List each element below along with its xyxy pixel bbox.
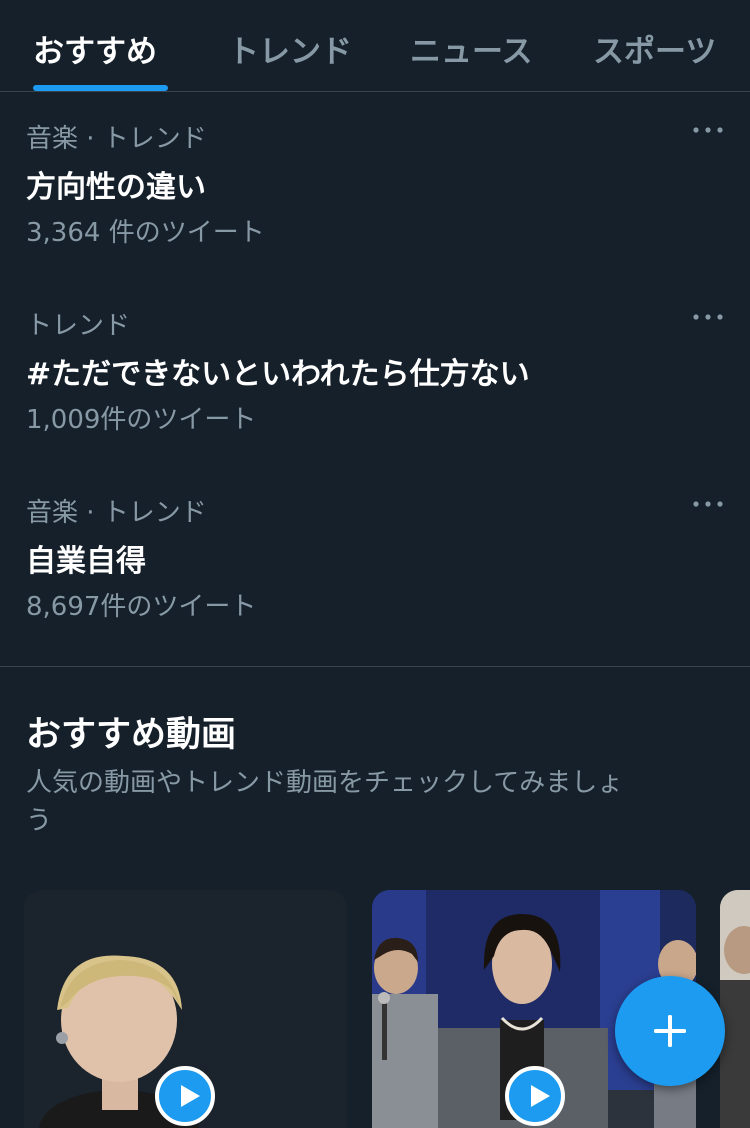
section-divider bbox=[0, 666, 750, 667]
tab-news[interactable]: ニュース bbox=[410, 26, 532, 71]
more-dots-icon[interactable] bbox=[690, 305, 726, 329]
trend-item[interactable]: 音楽 · トレンド 自業自得 8,697件のツイート bbox=[0, 492, 750, 679]
section-title: おすすめ動画 bbox=[26, 715, 237, 755]
active-tab-indicator bbox=[33, 85, 168, 91]
tab-trends[interactable]: トレンド bbox=[228, 26, 352, 71]
tab-sports[interactable]: スポーツ bbox=[593, 26, 716, 71]
trend-tweet-count: 8,697件のツイート bbox=[26, 592, 257, 622]
more-dots-icon[interactable] bbox=[690, 492, 726, 516]
trend-tweet-count: 3,364 件のツイート bbox=[26, 218, 265, 248]
trend-context: トレンド bbox=[26, 311, 131, 341]
plus-icon bbox=[654, 1015, 686, 1047]
trend-context: 音楽 · トレンド bbox=[26, 498, 207, 528]
section-subtitle: 人気の動画やトレンド動画をチェックしてみましょう bbox=[26, 768, 624, 836]
trend-context: 音楽 · トレンド bbox=[26, 124, 207, 154]
trend-title: 方向性の違い bbox=[26, 170, 206, 205]
trend-title: #ただできないといわれたら仕方ない bbox=[26, 357, 530, 392]
explore-screen: おすすめ トレンド ニュース スポーツ 音楽 · トレンド 方向性の違い 3,3… bbox=[0, 0, 750, 1128]
compose-tweet-button[interactable] bbox=[615, 976, 725, 1086]
more-dots-icon[interactable] bbox=[690, 118, 726, 142]
trend-title: 自業自得 bbox=[26, 544, 146, 579]
trend-item[interactable]: トレンド #ただできないといわれたら仕方ない 1,009件のツイート bbox=[0, 305, 750, 492]
tab-recommended[interactable]: おすすめ bbox=[33, 26, 157, 71]
video-thumbnail bbox=[720, 890, 750, 1128]
video-card[interactable] bbox=[720, 890, 750, 1128]
video-card[interactable] bbox=[24, 890, 347, 1128]
play-icon[interactable] bbox=[505, 1066, 565, 1126]
trend-tweet-count: 1,009件のツイート bbox=[26, 405, 257, 435]
play-icon[interactable] bbox=[155, 1066, 215, 1126]
explore-tabbar: おすすめ トレンド ニュース スポーツ bbox=[0, 0, 750, 92]
trend-item[interactable]: 音楽 · トレンド 方向性の違い 3,364 件のツイート bbox=[0, 118, 750, 305]
